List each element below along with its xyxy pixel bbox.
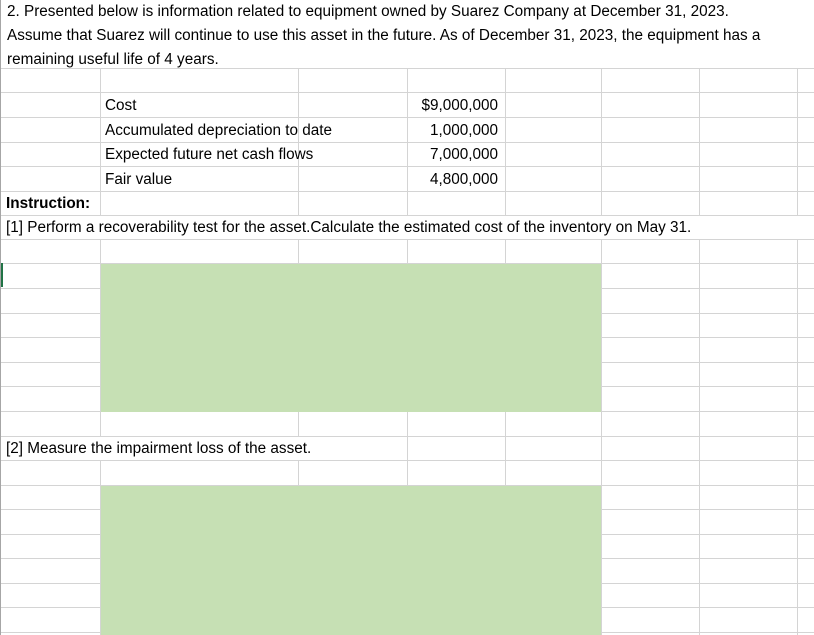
problem-description: 2. Presented below is information relate…	[7, 0, 813, 72]
item-label-cost[interactable]: Cost	[105, 94, 136, 118]
item-label-accumulated-depreciation[interactable]: Accumulated depreciation to date	[105, 119, 332, 143]
task-2-text[interactable]: [2] Measure the impairment loss of the a…	[1, 437, 407, 460]
spreadsheet-area[interactable]: 2. Presented below is information relate…	[0, 0, 814, 635]
active-cell-marker	[1, 263, 3, 287]
item-value-fair-value[interactable]: 4,800,000	[409, 168, 498, 192]
gridline	[601, 68, 602, 635]
answer-box-2[interactable]	[101, 486, 601, 635]
gridline	[699, 68, 700, 635]
answer-box-1[interactable]	[101, 264, 601, 412]
item-value-accumulated-depreciation[interactable]: 1,000,000	[409, 119, 498, 143]
description-cell[interactable]: 2. Presented below is information relate…	[1, 0, 814, 68]
item-label-expected-cash-flows[interactable]: Expected future net cash flows	[105, 143, 313, 167]
description-line-2: Assume that Suarez will continue to use …	[7, 27, 761, 44]
sheet-left-border	[0, 0, 1, 635]
description-line-1: 2. Presented below is information relate…	[7, 3, 729, 20]
item-value-cost[interactable]: $9,000,000	[409, 94, 498, 118]
instruction-heading[interactable]: Instruction:	[6, 192, 90, 216]
gridline	[797, 68, 798, 635]
description-line-3: remaining useful life of 4 years.	[7, 51, 219, 68]
task-1-text[interactable]: [1] Perform a recoverability test for th…	[1, 216, 813, 239]
item-value-expected-cash-flows[interactable]: 7,000,000	[409, 143, 498, 167]
item-label-fair-value[interactable]: Fair value	[105, 168, 172, 192]
